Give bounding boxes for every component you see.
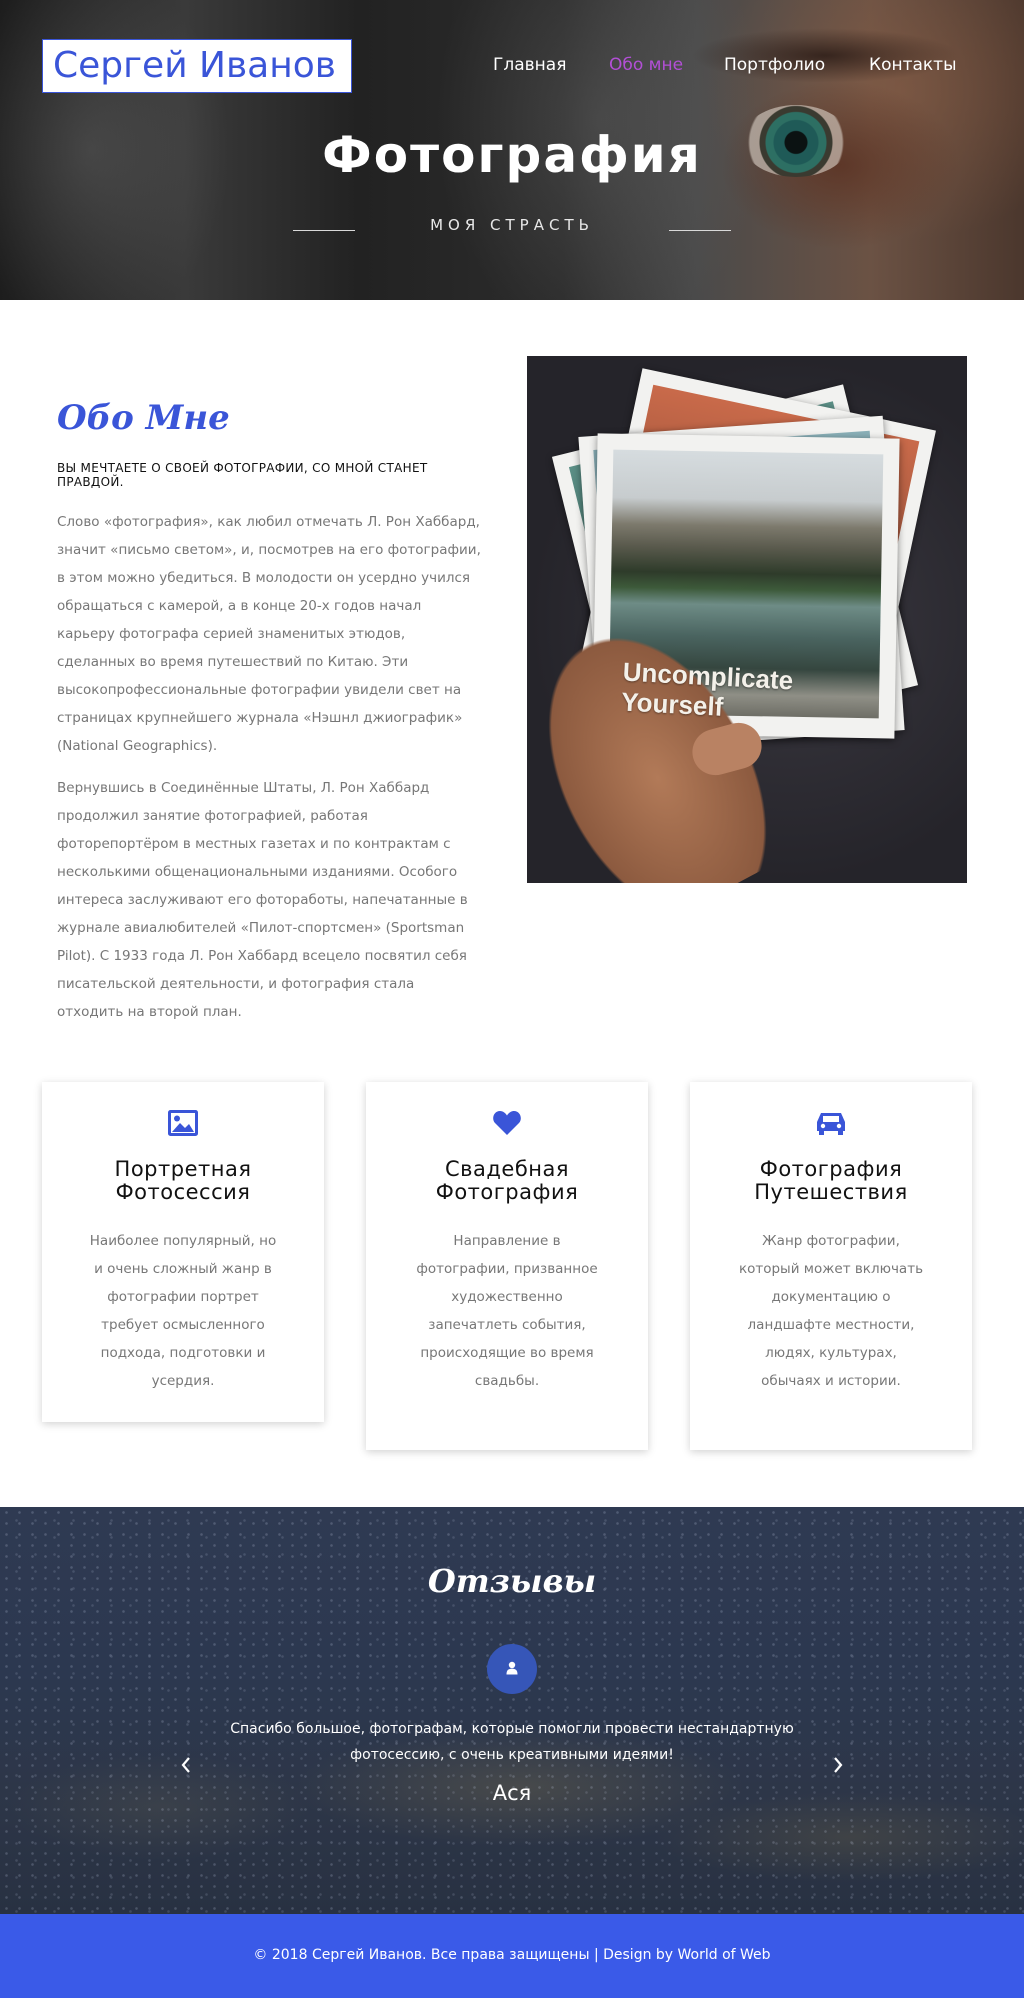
service-title: Свадебная Фотография [435,1157,579,1204]
avatar [487,1644,537,1694]
about-tagline: ВЫ МЕЧТАЕТЕ О СВОЕЙ ФОТОГРАФИИ, СО МНОЙ … [57,461,428,489]
car-icon [690,1110,972,1140]
footer: © 2018 Сергей Иванов. Все права защищены… [0,1914,1024,1998]
prev-arrow-button[interactable] [176,1753,196,1777]
hero-section: Сергей Иванов Главная Обо мне Портфолио … [0,0,1024,300]
nav-item-portfolio[interactable]: Портфолио [724,55,825,75]
service-card-portrait[interactable]: Портретная Фотосессия Наиболее популярны… [42,1082,324,1422]
testimonial-quote: Спасибо большое, фотографам, которые пом… [230,1721,794,1763]
hero-title: Фотография [322,126,702,184]
photo-caption: Uncomplicate Yourself [620,656,794,722]
chevron-left-icon [181,1757,190,1773]
about-photo: Uncomplicate Yourself [527,356,967,883]
service-card-wedding[interactable]: Свадебная Фотография Направление в фотог… [366,1082,648,1450]
service-title: Фотография Путешествия [754,1157,908,1204]
heart-icon [366,1110,648,1140]
image-icon [42,1110,324,1140]
nav-item-home[interactable]: Главная [493,55,566,75]
service-description: Направление в фотографии, призванное худ… [416,1233,598,1389]
user-icon [506,1661,518,1675]
testimonials-section: Отзывы Спасибо большое, фотографам, кото… [0,1507,1024,1914]
testimonial-author: Ася [492,1781,532,1805]
nav-item-about[interactable]: Обо мне [609,55,683,75]
hero-subtitle: МОЯ СТРАСТЬ [430,216,594,234]
service-card-travel[interactable]: Фотография Путешествия Жанр фотографии, … [690,1082,972,1450]
footer-copyright: © 2018 Сергей Иванов. Все права защищены… [253,1947,771,1963]
testimonials-title: Отзывы [427,1562,597,1600]
nav-item-contacts[interactable]: Контакты [869,55,957,75]
service-description: Наиболее популярный, но и очень сложный … [89,1233,277,1389]
about-paragraph-1: Слово «фотография», как любил отмечать Л… [57,514,481,754]
next-arrow-button[interactable] [828,1753,848,1777]
about-paragraph-2: Вернувшись в Соединённые Штаты, Л. Рон Х… [57,780,468,1020]
main-nav: Главная Обо мне Портфолио Контакты [0,55,1024,77]
service-description: Жанр фотографии, который может включать … [738,1233,924,1389]
about-title: Обо Мне [57,398,230,438]
chevron-right-icon [834,1757,843,1773]
hero-divider-right [669,230,731,231]
service-title: Портретная Фотосессия [114,1157,252,1204]
